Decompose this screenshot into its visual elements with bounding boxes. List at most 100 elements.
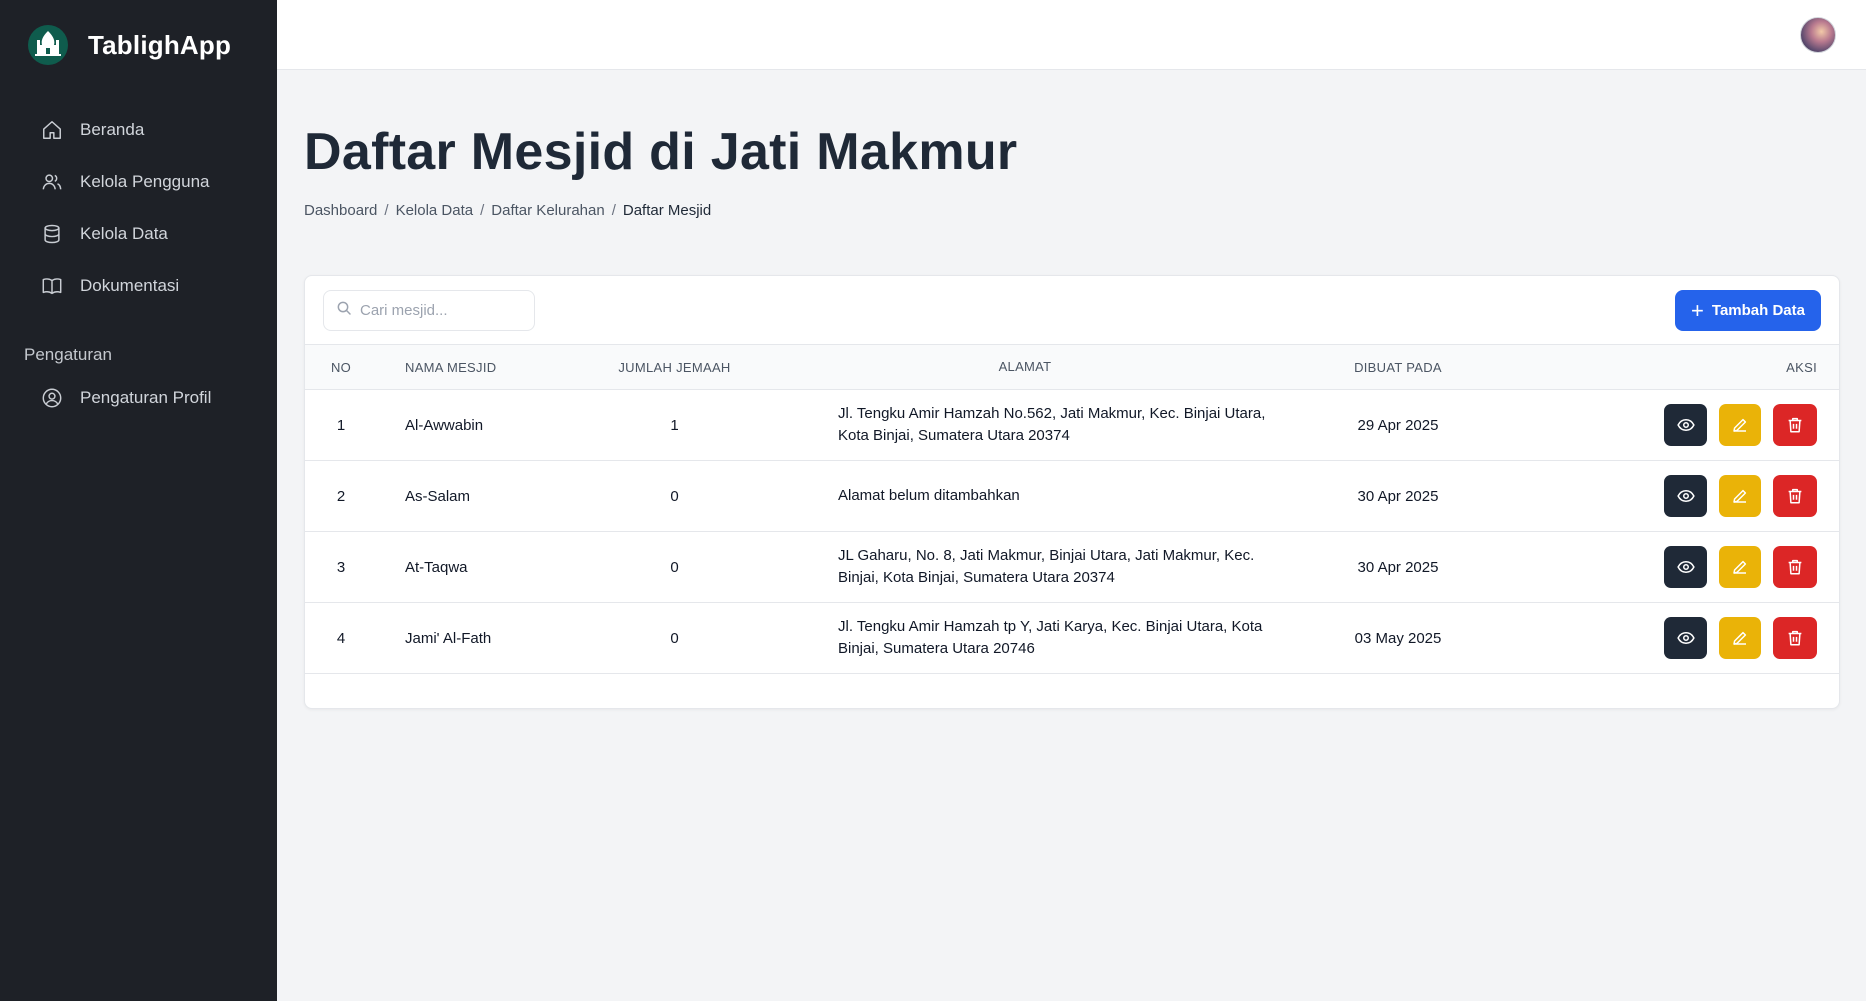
sidebar-section-title: Pengaturan — [24, 345, 112, 364]
view-button[interactable] — [1664, 617, 1707, 659]
sidebar-item-kelola-data[interactable]: Kelola Data — [0, 208, 277, 260]
app-name: TablighApp — [88, 29, 232, 60]
cell-alamat: JL Gaharu, No. 8, Jati Makmur, Binjai Ut… — [772, 532, 1278, 603]
cell-alamat: Jl. Tengku Amir Hamzah tp Y, Jati Karya,… — [772, 603, 1278, 674]
view-button[interactable] — [1664, 475, 1707, 517]
table-row: 2 As-Salam 0 Alamat belum ditambahkan 30… — [305, 461, 1839, 532]
eye-icon — [1676, 418, 1695, 432]
user-circle-icon — [40, 386, 64, 410]
sidebar-item-pengaturan-profil[interactable]: Pengaturan Profil — [0, 372, 277, 424]
row-actions — [1518, 404, 1817, 446]
view-button[interactable] — [1664, 546, 1707, 588]
cell-aksi — [1518, 461, 1839, 532]
cell-dibuat-pada: 30 Apr 2025 — [1357, 487, 1439, 505]
eye-icon — [1676, 631, 1695, 645]
cell-alamat: Alamat belum ditambahkan — [772, 461, 1278, 532]
edit-button[interactable] — [1719, 475, 1761, 517]
mesjid-table: NO NAMA MESJID JUMLAH JEMAAH ALAMAT DIBU… — [305, 344, 1839, 674]
address-text: Alamat belum ditambahkan — [838, 487, 1020, 504]
cell-no: 3 — [336, 558, 346, 576]
plus-icon: + — [1691, 297, 1704, 323]
cell-dibuat-pada: 29 Apr 2025 — [1357, 416, 1439, 434]
trash-icon — [1788, 488, 1802, 504]
sidebar-item-label: Dokumentasi — [80, 276, 180, 295]
breadcrumb-daftar-kelurahan[interactable]: Daftar Kelurahan — [491, 202, 604, 219]
cell-nama-mesjid: Al-Awwabin — [405, 416, 484, 434]
sidebar-item-label: Beranda — [80, 120, 145, 139]
trash-icon — [1788, 630, 1802, 646]
pencil-icon — [1733, 489, 1747, 503]
table-row: 3 At-Taqwa 0 JL Gaharu, No. 8, Jati Makm… — [305, 532, 1839, 603]
cell-jumlah-jemaah: 0 — [670, 487, 679, 505]
sidebar-item-kelola-pengguna[interactable]: Kelola Pengguna — [0, 156, 277, 208]
sidebar-item-dokumentasi[interactable]: Dokumentasi — [0, 260, 277, 312]
eye-icon — [1676, 560, 1695, 574]
delete-button[interactable] — [1773, 546, 1817, 588]
cell-jumlah-jemaah: 0 — [670, 629, 679, 647]
database-icon — [40, 222, 64, 246]
search-icon — [336, 300, 352, 321]
table-row: 4 Jami' Al-Fath 0 Jl. Tengku Amir Hamzah… — [305, 603, 1839, 674]
breadcrumb-separator: / — [384, 202, 389, 219]
breadcrumb-dashboard[interactable]: Dashboard — [304, 202, 377, 219]
breadcrumb-daftar-mesjid: Daftar Mesjid — [622, 202, 712, 219]
mosque-logo-icon — [28, 25, 68, 65]
cell-alamat: Jl. Tengku Amir Hamzah No.562, Jati Makm… — [772, 390, 1278, 461]
edit-button[interactable] — [1719, 404, 1761, 446]
column-header-alamat[interactable]: ALAMAT — [772, 345, 1278, 390]
sidebar-item-label: Pengaturan Profil — [80, 388, 212, 407]
breadcrumb: Dashboard / Kelola Data / Daftar Kelurah… — [304, 202, 711, 219]
sidebar-item-beranda[interactable]: Beranda — [0, 104, 277, 156]
edit-button[interactable] — [1719, 546, 1761, 588]
cell-dibuat-pada: 03 May 2025 — [1354, 629, 1442, 647]
row-actions — [1518, 617, 1817, 659]
search-input[interactable] — [360, 302, 520, 319]
delete-button[interactable] — [1773, 475, 1817, 517]
column-header-jumlah-jemaah[interactable]: JUMLAH JEMAAH — [577, 345, 772, 390]
cell-nama-mesjid: At-Taqwa — [405, 558, 468, 576]
delete-button[interactable] — [1773, 617, 1817, 659]
breadcrumb-kelola-data[interactable]: Kelola Data — [396, 202, 474, 219]
pencil-icon — [1733, 631, 1747, 645]
top-bar — [277, 0, 1866, 70]
row-actions — [1518, 475, 1817, 517]
breadcrumb-separator: / — [480, 202, 485, 219]
view-button[interactable] — [1664, 404, 1707, 446]
column-header-dibuat-pada[interactable]: DIBUAT PADA — [1278, 345, 1518, 390]
cell-no: 4 — [336, 629, 346, 647]
table-header-row: NO NAMA MESJID JUMLAH JEMAAH ALAMAT DIBU… — [305, 344, 1839, 390]
pencil-icon — [1733, 560, 1747, 574]
trash-icon — [1788, 559, 1802, 575]
book-icon — [40, 274, 64, 298]
cell-no: 2 — [336, 487, 346, 505]
pencil-icon — [1733, 418, 1747, 432]
avatar[interactable] — [1800, 17, 1836, 53]
cell-jumlah-jemaah: 1 — [670, 416, 679, 434]
edit-button[interactable] — [1719, 617, 1761, 659]
add-data-button[interactable]: + Tambah Data — [1675, 290, 1821, 331]
cell-no: 1 — [336, 416, 346, 434]
column-header-no[interactable]: NO — [305, 345, 377, 390]
page-title: Daftar Mesjid di Jati Makmur — [304, 123, 1018, 181]
sidebar: TablighApp Beranda Kelola Pengguna Kelol… — [0, 0, 277, 1001]
breadcrumb-separator: / — [611, 202, 616, 219]
main-content: Daftar Mesjid di Jati Makmur Dashboard /… — [277, 70, 1866, 1001]
row-actions — [1518, 546, 1817, 588]
brand[interactable]: TablighApp — [0, 0, 277, 90]
cell-nama-mesjid: As-Salam — [405, 487, 471, 505]
address-text: Jl. Tengku Amir Hamzah No.562, Jati Makm… — [838, 405, 1266, 444]
table-row: 1 Al-Awwabin 1 Jl. Tengku Amir Hamzah No… — [305, 390, 1839, 461]
search-box — [323, 290, 535, 331]
sidebar-item-label: Kelola Data — [80, 224, 168, 243]
column-header-nama-mesjid[interactable]: NAMA MESJID — [377, 345, 577, 390]
delete-button[interactable] — [1773, 404, 1817, 446]
address-text: JL Gaharu, No. 8, Jati Makmur, Binjai Ut… — [838, 547, 1255, 586]
cell-aksi — [1518, 532, 1839, 603]
cell-dibuat-pada: 30 Apr 2025 — [1357, 558, 1439, 576]
sidebar-nav: Beranda Kelola Pengguna Kelola Data Doku… — [0, 104, 277, 424]
address-text: Jl. Tengku Amir Hamzah tp Y, Jati Karya,… — [838, 618, 1263, 657]
add-data-label: Tambah Data — [1711, 302, 1805, 319]
home-icon — [40, 118, 64, 142]
trash-icon — [1788, 417, 1802, 433]
cell-nama-mesjid: Jami' Al-Fath — [405, 629, 492, 647]
